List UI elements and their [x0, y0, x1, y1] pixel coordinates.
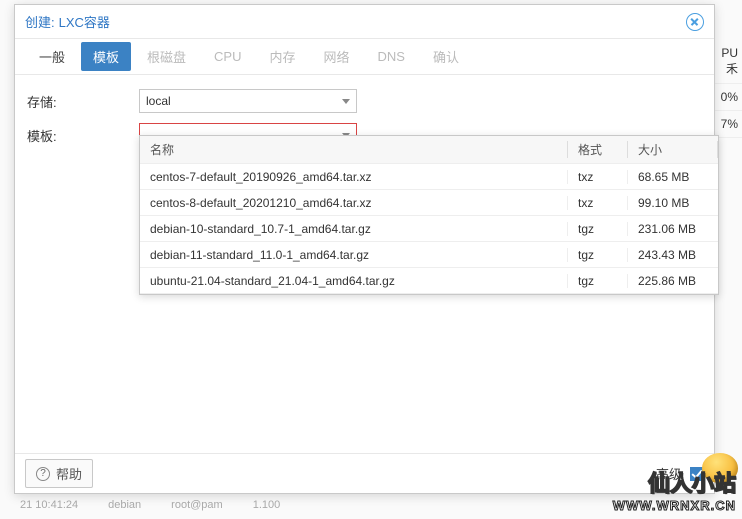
tab-rootdisk: 根磁盘 — [135, 42, 198, 71]
emoji-decoration — [702, 453, 738, 483]
dropdown-row[interactable]: centos-8-default_20201210_amd64.tar.xz t… — [140, 190, 718, 216]
modal-footer: ? 帮助 高级 — [15, 453, 714, 493]
storage-value: local — [146, 94, 342, 108]
create-lxc-modal: 创建: LXC容器 一般 模板 根磁盘 CPU 内存 网络 DNS 确认 存储:… — [14, 4, 715, 494]
background-bottom-row: 21 10:41:24 debian root@pam 1.100 — [0, 495, 742, 519]
template-label: 模板: — [27, 126, 139, 145]
close-icon[interactable] — [686, 13, 704, 31]
tab-general[interactable]: 一般 — [27, 42, 77, 71]
storage-combo[interactable]: local — [139, 89, 357, 113]
help-icon: ? — [36, 467, 50, 481]
modal-title-value: LXC容器 — [59, 12, 110, 31]
modal-title-label: 创建: — [25, 12, 55, 31]
tab-network: 网络 — [312, 42, 362, 71]
dropdown-row[interactable]: debian-11-standard_11.0-1_amd64.tar.gz t… — [140, 242, 718, 268]
wizard-tabs: 一般 模板 根磁盘 CPU 内存 网络 DNS 确认 — [15, 39, 714, 75]
storage-row: 存储: local — [27, 89, 702, 113]
tab-confirm: 确认 — [421, 42, 471, 71]
tab-cpu: CPU — [202, 44, 253, 69]
col-header-size[interactable]: 大小 — [628, 141, 718, 158]
col-header-format[interactable]: 格式 — [568, 141, 628, 158]
dropdown-header: 名称 格式 大小 — [140, 136, 718, 164]
col-header-name[interactable]: 名称 — [140, 141, 568, 158]
modal-header: 创建: LXC容器 — [15, 5, 714, 39]
dropdown-row[interactable]: ubuntu-21.04-standard_21.04-1_amd64.tar.… — [140, 268, 718, 294]
tab-template[interactable]: 模板 — [81, 42, 131, 71]
dropdown-row[interactable]: centos-7-default_20190926_amd64.tar.xz t… — [140, 164, 718, 190]
form-area: 存储: local 模板: 名称 格式 大小 centos-7-default_… — [15, 75, 714, 453]
dropdown-row[interactable]: debian-10-standard_10.7-1_amd64.tar.gz t… — [140, 216, 718, 242]
help-button[interactable]: ? 帮助 — [25, 459, 93, 488]
help-label: 帮助 — [56, 464, 82, 483]
chevron-down-icon — [342, 99, 350, 104]
tab-dns: DNS — [366, 44, 417, 69]
advanced-label: 高级 — [656, 464, 682, 483]
template-dropdown: 名称 格式 大小 centos-7-default_20190926_amd64… — [139, 135, 719, 295]
storage-label: 存储: — [27, 92, 139, 111]
tab-memory: 内存 — [258, 42, 308, 71]
